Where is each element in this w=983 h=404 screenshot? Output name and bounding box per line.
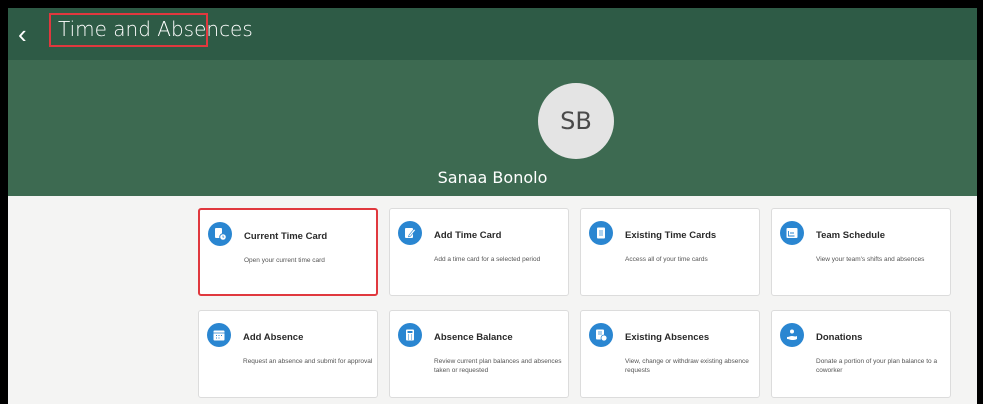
card-donations[interactable]: Donations Donate a portion of your plan … <box>771 310 951 398</box>
card-existing-absences[interactable]: Existing Absences View, change or withdr… <box>580 310 760 398</box>
donation-icon <box>780 323 804 347</box>
card-description: Open your current time card <box>244 257 325 264</box>
card-description: Review current plan balances and absence… <box>434 358 562 374</box>
card-title: Team Schedule <box>816 230 885 241</box>
back-icon[interactable]: ‹ <box>18 20 38 48</box>
card-title: Add Absence <box>243 332 304 343</box>
card-title: Existing Time Cards <box>625 230 717 241</box>
avatar[interactable]: SB <box>538 83 614 159</box>
calculator-icon <box>398 323 422 347</box>
card-description: View your team's shifts and absences <box>816 256 925 263</box>
card-absence-balance[interactable]: Absence Balance Review current plan bala… <box>389 310 569 398</box>
card-team-schedule[interactable]: Team Schedule View your team's shifts an… <box>771 208 951 296</box>
card-add-time-card[interactable]: Add Time Card Add a time card for a sele… <box>389 208 569 296</box>
card-add-absence[interactable]: Add Absence Request an absence and submi… <box>198 310 378 398</box>
card-existing-time-cards[interactable]: Existing Time Cards Access all of your t… <box>580 208 760 296</box>
card-title: Current Time Card <box>244 231 328 242</box>
team-schedule-icon <box>780 221 804 245</box>
card-description: Request an absence and submit for approv… <box>243 358 373 365</box>
add-time-card-icon <box>398 221 422 245</box>
profile-banner: SB Sanaa Bonolo <box>8 60 977 196</box>
card-title: Existing Absences <box>625 332 710 343</box>
card-current-time-card[interactable]: Current Time Card Open your current time… <box>198 208 378 296</box>
time-cards-list-icon <box>589 221 613 245</box>
calendar-add-icon <box>207 323 231 347</box>
user-name: Sanaa Bonolo <box>437 168 548 187</box>
card-title: Add Time Card <box>434 230 502 241</box>
card-description: Access all of your time cards <box>625 256 708 263</box>
card-description: Add a time card for a selected period <box>434 256 541 263</box>
time-card-icon <box>208 222 232 246</box>
page-title: Time and Absences <box>58 17 253 41</box>
card-description: Donate a portion of your plan balance to… <box>816 358 938 374</box>
app-header: ‹ Time and Absences <box>8 8 977 60</box>
card-description: View, change or withdraw existing absenc… <box>625 358 749 374</box>
card-title: Donations <box>816 332 863 343</box>
quick-actions: Current Time Card Open your current time… <box>8 196 977 404</box>
card-title: Absence Balance <box>434 332 513 343</box>
existing-absences-icon <box>589 323 613 347</box>
